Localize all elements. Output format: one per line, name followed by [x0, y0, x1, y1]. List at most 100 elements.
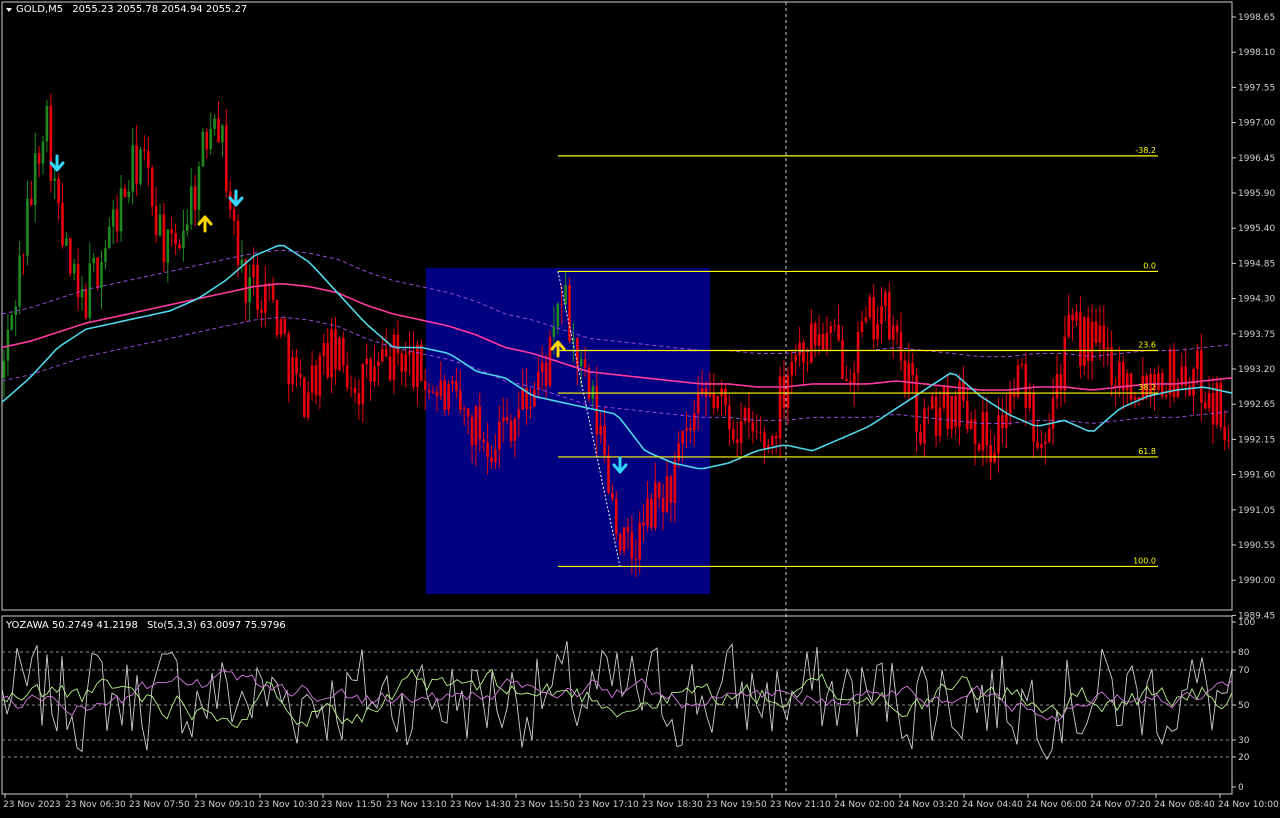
price-tick-label: 1997.00	[1238, 119, 1275, 129]
symbol-timeframe: GOLD,M5	[16, 4, 63, 15]
candle-body	[829, 326, 833, 333]
candle-body	[806, 362, 809, 364]
candle-body	[104, 248, 107, 263]
time-axis[interactable]: 23 Nov 2023 23 Nov 06:30 23 Nov 07:50 23 No…	[3, 794, 1279, 810]
candle-body	[186, 224, 189, 231]
oscillator-axis[interactable]: 100 80 70 50 30 20 0	[1232, 618, 1255, 793]
candle-body	[654, 482, 657, 528]
candle-body	[1098, 325, 1102, 343]
candle-body	[37, 153, 41, 164]
candle-body	[1207, 393, 1211, 409]
candle-body	[685, 428, 688, 431]
candle-body	[404, 354, 407, 372]
time-tick-label: 24 Nov 07:20	[1090, 800, 1151, 810]
candle-body	[295, 357, 298, 374]
candle-body	[365, 358, 368, 365]
price-tick-label: 1993.75	[1238, 330, 1275, 340]
candle-body	[65, 238, 68, 246]
candle-body	[1075, 312, 1078, 321]
candle-body	[521, 388, 524, 410]
candle-body	[517, 409, 521, 419]
candle-body	[802, 342, 805, 363]
candle-body	[537, 372, 540, 390]
price-tick-label: 1991.60	[1238, 471, 1275, 481]
candle-body	[661, 498, 665, 513]
candle-body	[158, 214, 162, 236]
candle-body	[147, 150, 150, 168]
candle-body	[455, 381, 458, 391]
candle-body	[369, 358, 372, 382]
time-tick-label: 23 Nov 2023	[3, 800, 61, 810]
candle-body	[903, 360, 907, 394]
candle-body	[377, 361, 380, 367]
price-tick-label: 1990.55	[1238, 541, 1275, 551]
chart-canvas[interactable]: -38.2 0.0 23.6 38.2 61.8 100.0 GOLD,M5 2055.2…	[0, 0, 1280, 814]
candle-body	[478, 406, 482, 440]
candle-body	[934, 396, 938, 436]
candle-body	[841, 340, 844, 380]
candle-body	[1102, 325, 1106, 350]
candle-body	[334, 329, 337, 370]
candle-body	[938, 407, 942, 436]
price-tick-label: 1993.20	[1238, 365, 1275, 375]
candle-body	[439, 380, 443, 396]
candle-body	[252, 265, 255, 278]
candle-body	[1028, 393, 1031, 408]
candle-body	[786, 375, 790, 409]
candle-body	[720, 388, 723, 397]
candle-body	[583, 359, 587, 368]
candle-body	[657, 482, 661, 499]
candle-body	[69, 238, 72, 274]
candle-body	[154, 206, 158, 236]
trading-chart-window[interactable]: -38.2 0.0 23.6 38.2 61.8 100.0 GOLD,M5 2055.2…	[0, 0, 1280, 814]
osc-tick-label: 20	[1238, 753, 1250, 763]
candle-body	[1219, 382, 1223, 427]
candle-body	[1133, 397, 1137, 400]
candle-body	[708, 393, 712, 396]
candle-body	[182, 230, 185, 249]
candle-body	[330, 329, 333, 378]
price-tick-label: 1997.55	[1238, 83, 1275, 93]
candle-body	[899, 332, 903, 361]
candle-body	[681, 430, 684, 444]
candle-body	[1203, 402, 1207, 409]
candle-body	[384, 349, 388, 357]
candle-body	[782, 376, 786, 409]
fib-level-label: 38.2	[1138, 383, 1156, 392]
candle-body	[498, 421, 501, 450]
candle-body	[1157, 373, 1160, 391]
candle-body	[49, 105, 53, 181]
price-tick-label: 1992.15	[1238, 435, 1275, 445]
candle-body	[1200, 350, 1203, 403]
candle-body	[969, 419, 973, 430]
price-axis[interactable]: 1998.65 1998.10 1997.55 1997.00 1996.45 1995.…	[1232, 13, 1275, 621]
candle-body	[732, 429, 735, 440]
candle-body	[174, 233, 177, 244]
candle-body	[966, 400, 969, 430]
candle-body	[817, 334, 821, 346]
candle-body	[603, 425, 606, 456]
candle-body	[529, 406, 532, 409]
osc-tick-label: 80	[1238, 648, 1250, 658]
candle-body	[108, 226, 111, 249]
time-tick-label: 24 Nov 10:00	[1218, 800, 1279, 810]
candle-body	[490, 457, 493, 463]
candle-body	[911, 363, 914, 376]
candle-body	[771, 435, 774, 445]
candle-body	[170, 229, 173, 234]
candle-body	[860, 321, 864, 333]
candle-body	[942, 385, 946, 408]
price-tick-label: 1994.30	[1238, 295, 1275, 305]
candle-body	[244, 259, 248, 303]
candle-body	[201, 131, 205, 167]
candle-body	[209, 128, 212, 150]
candle-body	[552, 326, 556, 337]
candle-body	[96, 257, 99, 289]
candle-body	[1188, 385, 1191, 396]
candle-body	[891, 325, 895, 340]
fib-level-label: 100.0	[1133, 556, 1156, 565]
candle-body	[794, 355, 797, 362]
candle-body	[716, 396, 719, 408]
candle-body	[505, 417, 509, 421]
candle-body	[985, 411, 989, 446]
